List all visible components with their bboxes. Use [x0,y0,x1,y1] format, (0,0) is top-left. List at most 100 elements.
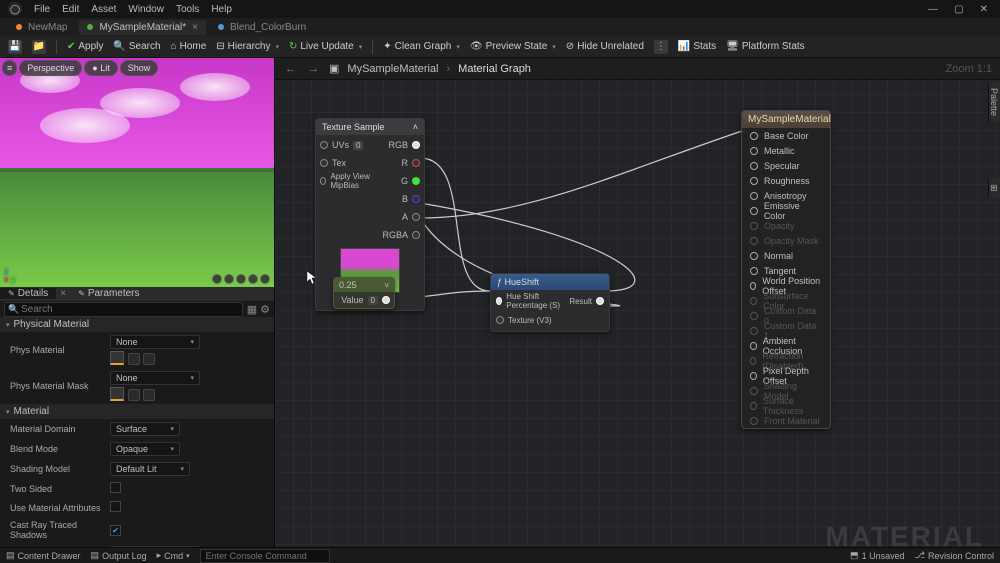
input-pin[interactable] [320,141,328,149]
unreal-logo-icon[interactable]: ◯ [8,2,22,16]
viewport-options-icon[interactable]: ≡ [2,60,17,76]
nav-back-icon[interactable]: ← [283,63,298,75]
output-pin[interactable] [596,297,604,305]
input-pin[interactable] [750,267,758,275]
input-pin[interactable] [750,192,758,200]
preview-state-button[interactable]: 👁Preview State [470,41,556,52]
clean-graph-button[interactable]: ✦Clean Graph [383,41,460,52]
substrate-tab[interactable]: ⊞ [988,178,1000,198]
sphere-icon[interactable] [224,274,234,284]
input-pin[interactable] [496,316,504,324]
menu-tools[interactable]: Tools [176,4,199,15]
teapot-icon[interactable] [260,274,270,284]
blend-mode-dropdown[interactable]: Opaque [110,442,180,456]
menu-edit[interactable]: Edit [62,4,79,15]
material-preview-viewport[interactable]: ≡ Perspective ● Lit Show z x y [0,58,274,287]
search-button[interactable]: 🔍Search [113,41,160,52]
hierarchy-button[interactable]: ⊟Hierarchy [216,41,279,52]
two-sided-checkbox[interactable] [110,482,121,493]
platform-stats-button[interactable]: 🖥Platform Stats [726,41,805,52]
cube-icon[interactable] [248,274,258,284]
use-selected-icon[interactable] [128,389,140,401]
phys-material-dropdown[interactable]: None [110,335,200,349]
console-command-input[interactable] [200,549,330,563]
live-update-button[interactable]: ↻Live Update [289,41,362,52]
window-maximize-icon[interactable]: ▢ [950,4,967,15]
breadcrumb-material[interactable]: MySampleMaterial [347,63,438,75]
material-graph-canvas[interactable]: ← → ▣ MySampleMaterial › Material Graph … [275,58,1000,563]
output-pin[interactable] [412,213,420,221]
save-icon[interactable]: 💾 [8,40,22,54]
graph-root-icon[interactable]: ▣ [329,62,339,75]
phys-material-mask-dropdown[interactable]: None [110,371,200,385]
content-drawer-button[interactable]: ▤Content Drawer [6,550,81,561]
chevron-down-icon[interactable]: ˅ [384,281,389,290]
tab-newmap[interactable]: NewMap [8,20,75,35]
input-pin[interactable] [750,252,758,260]
node-hueshift[interactable]: ƒ HueShift Hue Shift Percentage (S) Text… [490,273,610,332]
menu-asset[interactable]: Asset [91,4,116,15]
node-scalar-param[interactable]: 0.25˅ Value 0 [333,277,395,309]
window-close-icon[interactable]: ✕ [976,4,992,15]
viewport-show-button[interactable]: Show [120,60,159,76]
input-pin[interactable] [750,177,758,185]
revision-control-button[interactable]: ⎇Revision Control [915,550,994,561]
filter-icon[interactable]: ▦ [247,303,257,316]
window-minimize-icon[interactable]: — [924,4,942,15]
material-domain-dropdown[interactable]: Surface [110,422,180,436]
cmd-selector[interactable]: ▸Cmd▾ [157,550,190,561]
output-pin[interactable] [412,231,420,239]
home-button[interactable]: ⌂Home [171,41,207,52]
tab-mysamplematerial[interactable]: MySampleMaterial* × [79,20,206,35]
asset-thumbnail[interactable] [110,351,124,365]
gear-icon[interactable]: ⚙ [260,303,270,316]
section-physical-material[interactable]: Physical Material [0,317,274,332]
input-pin[interactable] [320,177,326,185]
tab-parameters[interactable]: ✎Parameters [70,288,147,299]
menu-help[interactable]: Help [211,4,232,15]
browse-icon[interactable]: 📁 [32,40,46,54]
input-pin[interactable] [750,207,758,215]
viewport-perspective-button[interactable]: Perspective [19,60,82,76]
browse-to-icon[interactable] [143,389,155,401]
tab-blend-colorburn[interactable]: Blend_ColorBurn [210,20,314,35]
cast-ray-traced-shadows-checkbox[interactable]: ✔ [110,525,121,536]
output-pin[interactable] [412,159,420,167]
node-header[interactable]: 0.25˅ [334,278,394,292]
close-icon[interactable]: × [56,288,70,299]
hide-unrelated-button[interactable]: ⊘Hide Unrelated [566,41,644,52]
output-pin[interactable] [412,195,420,203]
details-search-input[interactable] [4,302,243,317]
input-pin[interactable] [750,342,757,350]
nav-forward-icon[interactable]: → [306,63,321,75]
section-material[interactable]: Material [0,404,274,419]
plane-icon[interactable] [236,274,246,284]
input-pin[interactable] [750,282,756,290]
menu-file[interactable]: File [34,4,50,15]
browse-to-icon[interactable] [143,353,155,365]
tab-details[interactable]: ✎Details [0,288,56,299]
node-header[interactable]: MySampleMaterial [742,111,830,128]
input-pin[interactable] [320,159,328,167]
input-pin[interactable] [750,147,758,155]
output-pin[interactable] [412,141,420,149]
use-material-attributes-checkbox[interactable] [110,501,121,512]
node-material-output[interactable]: MySampleMaterial Base ColorMetallicSpecu… [741,110,831,429]
output-log-button[interactable]: ▤Output Log [91,550,147,561]
node-header[interactable]: ƒ HueShift [491,274,609,290]
input-pin[interactable] [750,162,758,170]
palette-tab[interactable]: Palette [988,82,1000,122]
viewport-lit-button[interactable]: ● Lit [84,60,117,76]
input-pin[interactable] [750,132,758,140]
input-pin[interactable] [496,297,502,305]
stats-button[interactable]: 📊Stats [678,41,716,52]
cylinder-icon[interactable] [212,274,222,284]
output-pin[interactable] [412,177,420,185]
menu-window[interactable]: Window [128,4,164,15]
apply-button[interactable]: ✔Apply [67,41,103,52]
output-pin[interactable] [382,296,390,304]
asset-thumbnail[interactable] [110,387,124,401]
use-selected-icon[interactable] [128,353,140,365]
shading-model-dropdown[interactable]: Default Lit [110,462,190,476]
input-pin[interactable] [750,372,757,380]
